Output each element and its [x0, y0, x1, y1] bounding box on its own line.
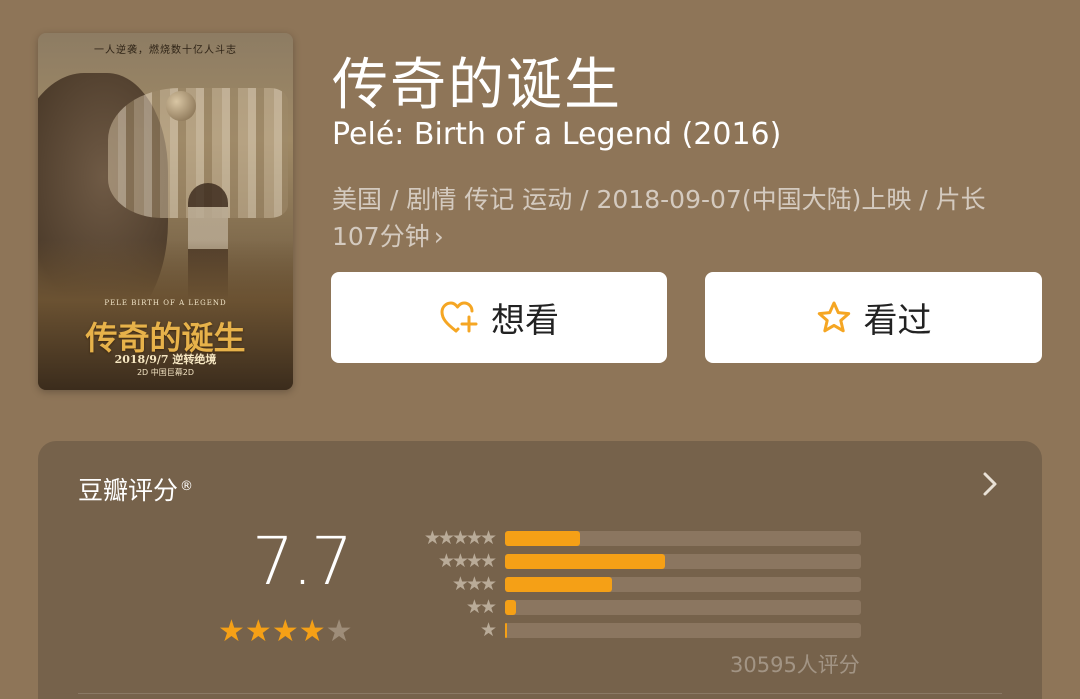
- distribution-star-label: ★: [479, 619, 497, 641]
- poster-english-title: PELE BIRTH OF A LEGEND: [104, 299, 227, 307]
- rating-distribution-row: ★★★★★: [404, 527, 861, 550]
- movie-poster[interactable]: 一人逆袭，燃烧数十亿人斗志 PELE BIRTH OF A LEGEND 传奇的…: [38, 33, 293, 390]
- registered-mark: ®: [180, 478, 194, 494]
- poster-format-line: 2D 中国巨幕2D: [136, 368, 195, 377]
- movie-detail-page: 一人逆袭，燃烧数十亿人斗志 PELE BIRTH OF A LEGEND 传奇的…: [0, 0, 1080, 699]
- distribution-bar-track: [505, 577, 861, 592]
- rating-distribution-row: ★: [404, 619, 861, 642]
- chevron-right-icon[interactable]: [978, 469, 1002, 499]
- distribution-bar-fill: [505, 600, 516, 615]
- poster-tagline: 一人逆袭，燃烧数十亿人斗志: [94, 45, 237, 56]
- rating-stars: ★ ★ ★ ★ ★: [218, 617, 353, 647]
- movie-title-en: Pelé: Birth of a Legend (2016): [332, 117, 782, 152]
- heart-plus-icon: [440, 301, 478, 332]
- distribution-bar-track: [505, 623, 861, 638]
- want-to-watch-label: 想看: [491, 301, 559, 341]
- poster-ball-art: [166, 91, 196, 121]
- rating-score: 7.7: [252, 523, 353, 600]
- distribution-star-label: ★★★★: [437, 550, 497, 572]
- distribution-star-label: ★★: [465, 596, 497, 618]
- distribution-bar-track: [505, 600, 861, 615]
- distribution-bar-track: [505, 554, 861, 569]
- vote-count: 30595人评分: [730, 653, 860, 677]
- star-filled-icon: ★: [218, 614, 245, 649]
- want-to-watch-button[interactable]: 想看: [331, 272, 667, 363]
- watched-label: 看过: [863, 301, 932, 341]
- distribution-bar-track: [505, 531, 861, 546]
- chevron-right-icon: ›: [433, 222, 444, 251]
- rating-distribution: ★★★★★ ★★★★ ★★★ ★★ ★: [404, 527, 861, 642]
- distribution-star-label: ★★★: [451, 573, 497, 595]
- rating-title-text: 豆瓣评分: [78, 476, 179, 505]
- rating-distribution-row: ★★★★: [404, 550, 861, 573]
- poster-date-line: 2018/9/7 逆转绝境: [114, 353, 217, 366]
- distribution-bar-fill: [505, 554, 666, 569]
- star-filled-icon: ★: [298, 614, 326, 649]
- watched-button[interactable]: 看过: [705, 272, 1042, 363]
- movie-meta-link[interactable]: 美国 / 剧情 传记 运动 / 2018-09-07(中国大陆)上映 / 片长1…: [332, 181, 1032, 255]
- distribution-bar-fill: [505, 577, 612, 592]
- rating-distribution-row: ★★: [404, 596, 861, 619]
- movie-meta-text: 美国 / 剧情 传记 运动 / 2018-09-07(中国大陆)上映 / 片长1…: [332, 185, 986, 251]
- rating-distribution-row: ★★★: [404, 573, 861, 596]
- distribution-star-label: ★★★★★: [423, 527, 497, 549]
- rating-card[interactable]: 豆瓣评分 ® 7.7 ★ ★ ★ ★ ★ ★★★★★ ★★★★ ★★★ ★★ ★ 30595人评分: [38, 441, 1042, 699]
- divider: [78, 693, 1002, 694]
- rating-title: 豆瓣评分 ®: [78, 471, 193, 507]
- star-filled-icon: ★: [244, 614, 272, 649]
- distribution-bar-fill: [505, 531, 580, 546]
- movie-title-zh: 传奇的诞生: [332, 53, 622, 118]
- distribution-bar-fill: [505, 623, 508, 638]
- star-filled-icon: ★: [271, 614, 299, 649]
- star-outline-icon: [817, 301, 850, 332]
- star-empty-icon: ★: [325, 614, 353, 649]
